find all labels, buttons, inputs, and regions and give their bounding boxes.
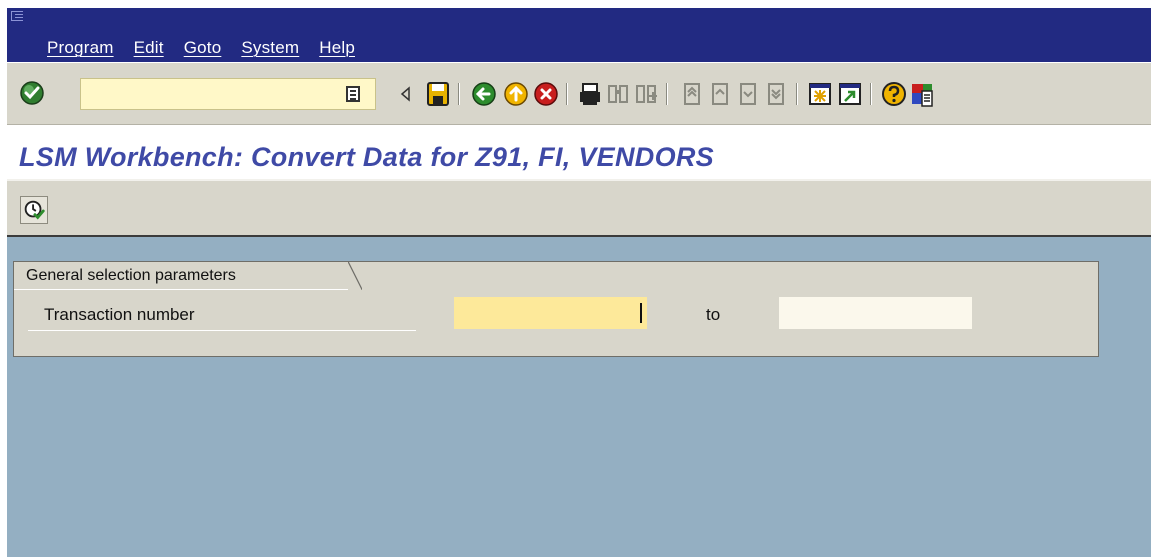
toolbar-separator (870, 83, 872, 105)
system-menu-icon[interactable] (11, 11, 23, 21)
standard-toolbar (7, 63, 1151, 125)
next-page-icon[interactable] (734, 78, 762, 110)
toolbar-separator (796, 83, 798, 105)
cancel-icon[interactable] (532, 78, 560, 110)
back-icon[interactable] (470, 78, 498, 110)
find-icon[interactable] (604, 78, 632, 110)
menu-item-goto[interactable]: Goto (184, 38, 222, 58)
print-icon[interactable] (576, 78, 604, 110)
layout-menu-icon[interactable] (908, 78, 936, 110)
menu-item-edit[interactable]: Edit (134, 38, 164, 58)
page-title: LSM Workbench: Convert Data for Z91, FI,… (19, 142, 714, 172)
find-next-icon[interactable] (632, 78, 660, 110)
menu-item-help[interactable]: Help (319, 38, 355, 58)
help-icon[interactable] (880, 78, 908, 110)
enter-icon[interactable] (19, 80, 45, 106)
exit-icon[interactable] (502, 78, 530, 110)
toolbar-separator (566, 83, 568, 105)
group-title: General selection parameters (14, 262, 362, 290)
last-page-icon[interactable] (762, 78, 790, 110)
selection-group-box: General selection parameters Transaction… (13, 261, 1099, 357)
first-page-icon[interactable] (678, 78, 706, 110)
text-cursor (640, 303, 642, 323)
save-icon[interactable] (424, 78, 452, 110)
application-toolbar (7, 179, 1151, 237)
create-session-icon[interactable] (806, 78, 834, 110)
transaction-number-to-input[interactable] (779, 297, 972, 329)
command-field[interactable] (80, 78, 376, 110)
to-label: to (706, 305, 721, 324)
content-area: General selection parameters Transaction… (7, 237, 1151, 557)
toolbar-separator (458, 83, 460, 105)
back-arrow-icon[interactable] (392, 78, 420, 110)
command-field-menu-icon[interactable] (346, 86, 360, 102)
transaction-number-from-input[interactable] (454, 297, 647, 329)
toolbar-separator (666, 83, 668, 105)
menu-item-system[interactable]: System (241, 38, 299, 58)
title-area: LSM Workbench: Convert Data for Z91, FI,… (7, 125, 1151, 179)
transaction-number-label: Transaction number (28, 299, 416, 331)
shortcut-icon[interactable] (836, 78, 864, 110)
execute-icon[interactable] (20, 196, 48, 224)
menu-bar: Program Edit Goto System Help (7, 8, 1151, 62)
menu: Program Edit Goto System Help (47, 38, 375, 58)
previous-page-icon[interactable] (706, 78, 734, 110)
menu-item-program[interactable]: Program (47, 38, 114, 58)
